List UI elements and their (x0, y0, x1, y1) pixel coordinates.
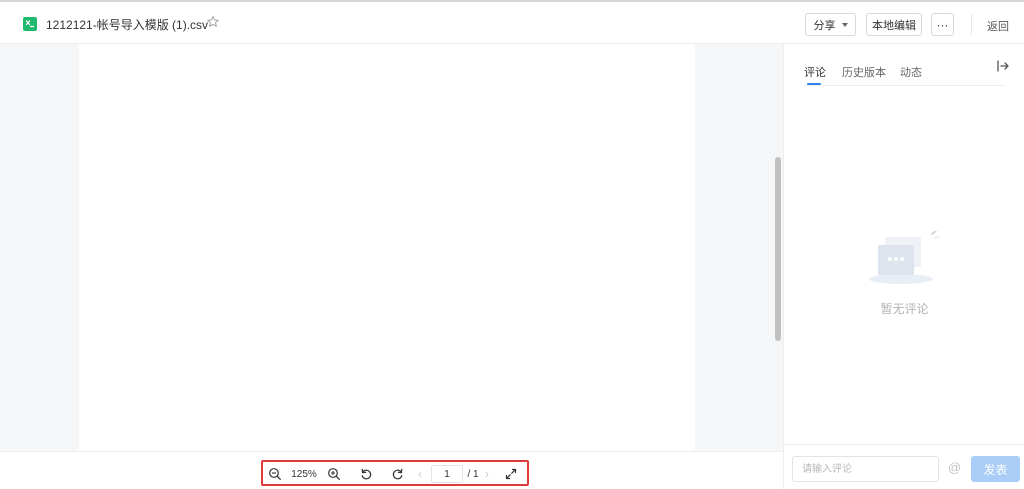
no-comments-illustration (869, 230, 941, 287)
bottom-bar: 125% ‹ / 1 › (0, 451, 783, 489)
rotate-left-icon[interactable] (358, 465, 374, 483)
tab-history[interactable]: 历史版本 (842, 64, 886, 80)
viewer-toolbar: 125% ‹ / 1 › (261, 460, 529, 486)
mention-icon[interactable]: @ (948, 460, 961, 475)
scrollbar-thumb[interactable] (775, 157, 781, 341)
local-edit-button[interactable]: 本地编辑 (866, 13, 922, 36)
fullscreen-icon[interactable] (503, 465, 519, 483)
comments-panel: 评论 历史版本 动态 暂无评论 @ 发表 (783, 44, 1024, 489)
tab-comments[interactable]: 评论 (804, 64, 826, 80)
tab-activity[interactable]: 动态 (900, 64, 922, 80)
next-page-button[interactable]: › (482, 465, 492, 483)
panel-tabs: 评论 历史版本 动态 (804, 64, 1006, 86)
collapse-panel-icon[interactable] (995, 58, 1011, 74)
divider (971, 14, 972, 35)
share-label: 分享 (813, 19, 836, 32)
post-comment-button[interactable]: 发表 (971, 456, 1020, 482)
empty-state-text: 暂无评论 (880, 302, 929, 316)
star-icon[interactable] (206, 15, 220, 29)
zoom-out-icon[interactable] (267, 465, 283, 483)
more-button[interactable]: ··· (931, 13, 954, 36)
share-button[interactable]: 分享 (805, 13, 856, 36)
document-page (79, 44, 695, 451)
zoom-in-icon[interactable] (326, 465, 342, 483)
page-total: / 1 (467, 468, 479, 480)
comment-input[interactable] (792, 456, 939, 482)
comment-composer: @ 发表 (784, 444, 1024, 489)
spreadsheet-icon (23, 17, 37, 31)
previous-page-button[interactable]: ‹ (415, 465, 425, 483)
page-number-input[interactable] (431, 465, 463, 483)
top-bar: 1212121-帐号导入模版 (1).csv 分享 本地编辑 ··· 返回 (0, 0, 1024, 44)
zoom-level: 125% (291, 468, 317, 480)
document-viewer (0, 44, 783, 451)
rotate-right-icon[interactable] (390, 465, 406, 483)
file-name: 1212121-帐号导入模版 (1).csv (46, 18, 209, 32)
back-button[interactable]: 返回 (987, 18, 1009, 34)
chevron-down-icon (841, 22, 848, 27)
active-tab-indicator (807, 83, 821, 85)
